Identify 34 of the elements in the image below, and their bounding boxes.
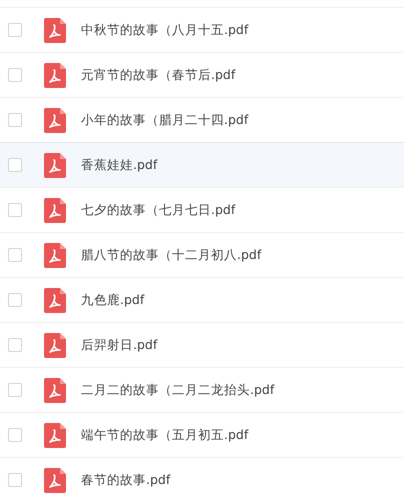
checkbox[interactable] (8, 248, 22, 262)
pdf-file-icon (44, 468, 66, 492)
checkbox[interactable] (8, 383, 22, 397)
checkbox[interactable] (8, 158, 22, 172)
checkbox[interactable] (8, 473, 22, 487)
checkbox[interactable] (8, 293, 22, 307)
checkbox[interactable] (8, 68, 22, 82)
pdf-file-icon (44, 422, 66, 448)
file-name: 九色鹿.pdf (81, 292, 144, 308)
pdf-file-icon (44, 378, 66, 402)
checkbox[interactable] (8, 113, 22, 127)
checkbox[interactable] (8, 23, 22, 37)
file-name: 腊八节的故事（十二月初八.pdf (81, 246, 262, 264)
file-name: 中秋节的故事（八月十五.pdf (81, 22, 248, 38)
pdf-file-icon (44, 242, 66, 268)
file-name: 春节的故事.pdf (81, 472, 170, 488)
pdf-file-icon (44, 288, 66, 312)
file-name: 七夕的故事（七月七日.pdf (81, 202, 236, 218)
pdf-file-icon (44, 18, 66, 42)
file-name: 香蕉娃娃.pdf (81, 156, 158, 174)
pdf-file-icon (44, 152, 66, 178)
file-name: 元宵节的故事（春节后.pdf (81, 66, 236, 84)
pdf-file-icon (44, 198, 66, 222)
pdf-file-icon (44, 108, 66, 132)
file-name: 二月二的故事（二月二龙抬头.pdf (81, 382, 274, 398)
file-name: 小年的故事（腊月二十四.pdf (81, 112, 248, 128)
checkbox[interactable] (8, 428, 22, 442)
pdf-file-icon (44, 332, 66, 358)
checkbox[interactable] (8, 338, 22, 352)
file-name: 端午节的故事（五月初五.pdf (81, 426, 248, 444)
checkbox[interactable] (8, 203, 22, 217)
pdf-file-icon (44, 62, 66, 88)
file-row[interactable]: 香蕉娃娃.pdf (0, 142, 404, 187)
file-name: 后羿射日.pdf (81, 336, 158, 354)
